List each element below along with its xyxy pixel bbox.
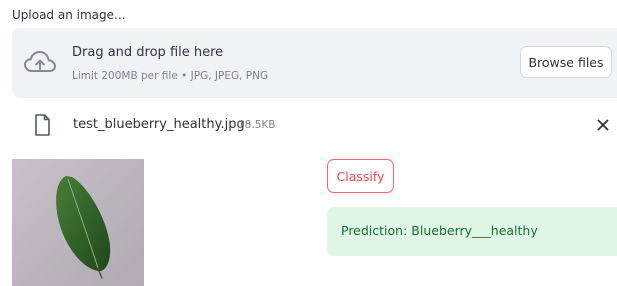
close-icon (597, 119, 609, 131)
dropzone-title: Drag and drop file here (72, 45, 224, 60)
upload-label: Upload an image... (12, 8, 126, 22)
prediction-alert: Prediction: Blueberry___healthy (327, 207, 617, 256)
file-size: 18.5KB (238, 119, 276, 131)
classify-button[interactable]: Classify (327, 159, 394, 193)
uploaded-file-row: test_blueberry_healthy.jpg 18.5KB (12, 108, 617, 142)
browse-files-button[interactable]: Browse files (520, 46, 612, 78)
file-dropzone[interactable]: Drag and drop file here Limit 200MB per … (12, 28, 617, 98)
file-name: test_blueberry_healthy.jpg (73, 117, 245, 132)
uploaded-leaf-image (12, 159, 144, 286)
dropzone-limit-text: Limit 200MB per file • JPG, JPEG, PNG (72, 70, 269, 82)
cloud-upload-icon (24, 51, 56, 72)
file-icon (35, 114, 50, 136)
remove-file-button[interactable] (593, 115, 613, 135)
prediction-text: Prediction: Blueberry___healthy (341, 223, 538, 238)
